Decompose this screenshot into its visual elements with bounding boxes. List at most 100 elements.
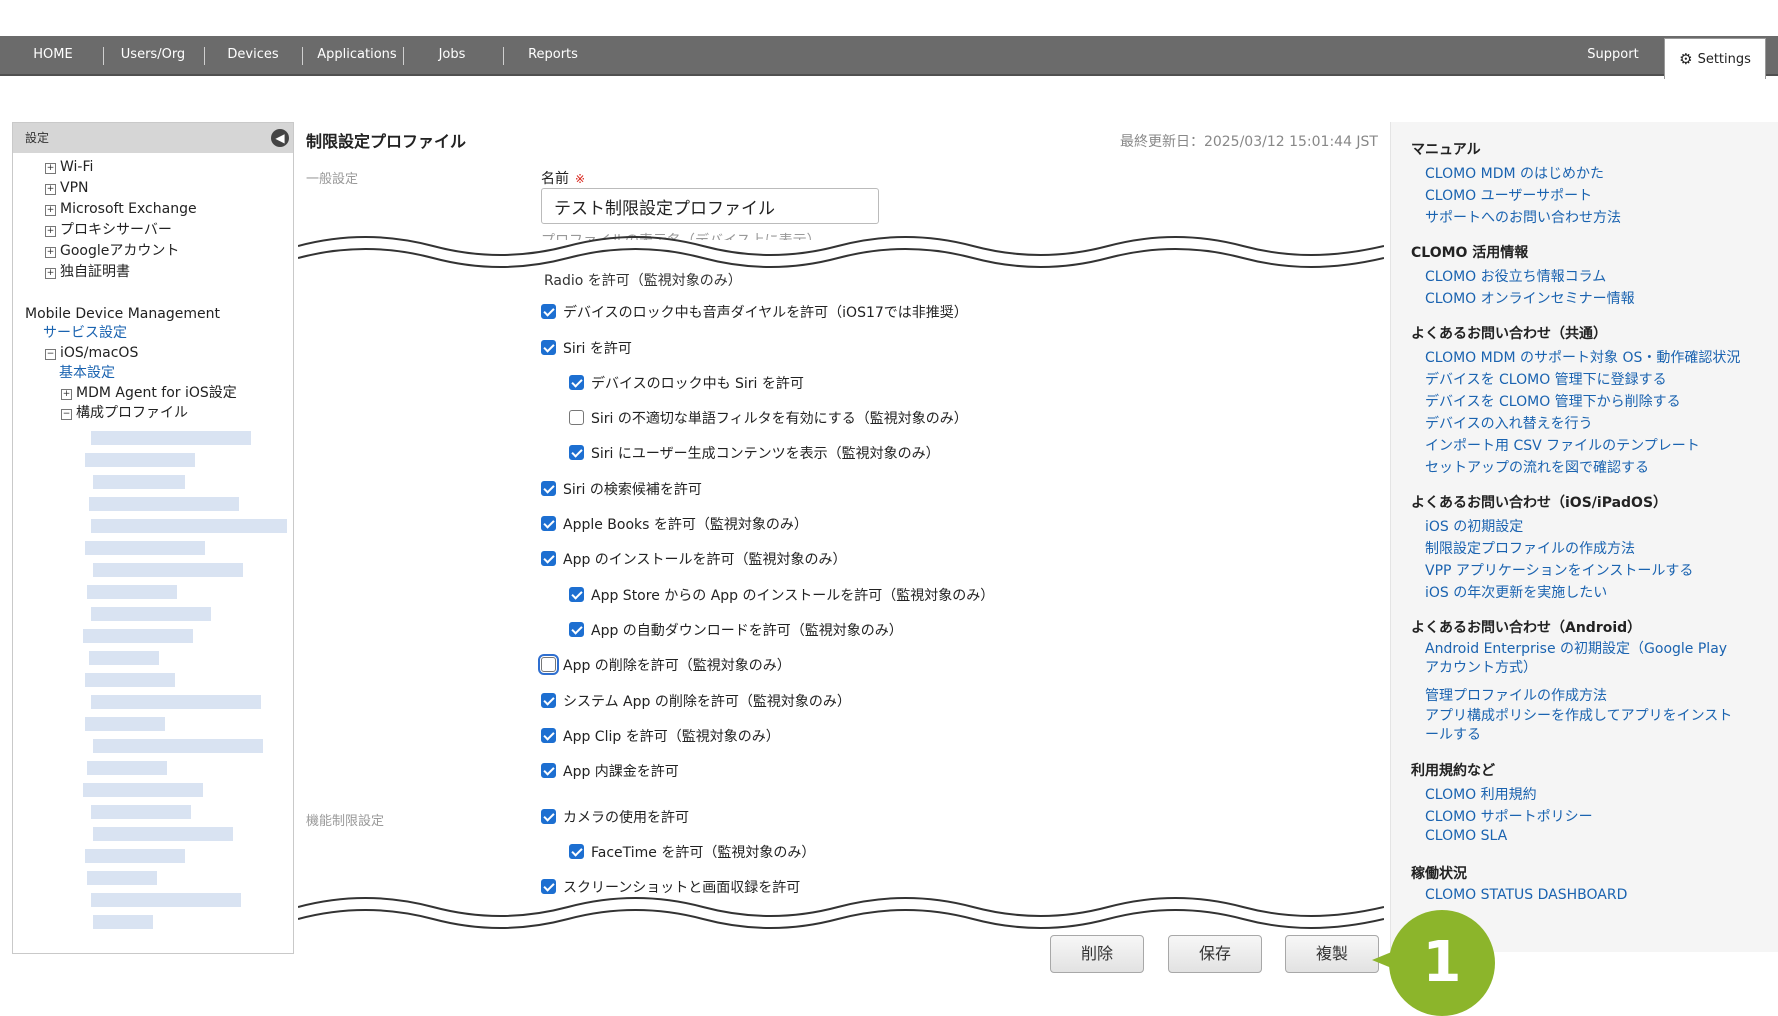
help-section-title: よくあるお問い合わせ（Android） [1411, 620, 1642, 636]
help-link[interactable]: CLOMO MDM のサポート対象 OS・動作確認状況 [1425, 347, 1740, 367]
nav-jobs[interactable]: Jobs [410, 36, 494, 74]
checkbox-checked[interactable] [541, 481, 556, 496]
collapse-sidebar-icon[interactable]: ◀ [271, 129, 289, 147]
checkbox-checked[interactable] [541, 809, 556, 824]
collapse-icon[interactable]: − [61, 409, 72, 420]
help-link[interactable]: サポートへのお問い合わせ方法 [1425, 207, 1621, 227]
help-link[interactable]: セットアップの流れを図で確認する [1425, 457, 1649, 477]
help-link[interactable]: Android Enterprise の初期設定（Google Play アカウ… [1425, 640, 1745, 678]
tree-item-ios-macos[interactable]: − iOS/macOS [45, 343, 138, 363]
option-apple-books[interactable]: Apple Books を許可（監視対象のみ） [541, 514, 808, 536]
option-siri-profanity-filter[interactable]: Siri の不適切な単語フィルタを有効にする（監視対象のみ） [569, 408, 968, 430]
help-link[interactable]: 管理プロファイルの作成方法 [1425, 685, 1607, 705]
checkbox-unchecked[interactable] [538, 654, 559, 675]
help-link[interactable]: アプリ構成ポリシーを作成してアプリをインストールする [1425, 707, 1745, 745]
tree-item-service-settings[interactable]: サービス設定 [43, 323, 127, 343]
nav-users-org[interactable]: Users/Org [110, 36, 196, 74]
option-label: Siri の検索候補を許可 [563, 482, 702, 498]
help-link[interactable]: デバイスの入れ替えを行う [1425, 413, 1593, 433]
checkbox-checked[interactable] [541, 551, 556, 566]
cutoff-option-text: Radio を許可（監視対象のみ） [544, 273, 742, 289]
checkbox-checked[interactable] [541, 728, 556, 743]
section-label-general: 一般設定 [306, 172, 359, 187]
checkbox-checked[interactable] [541, 340, 556, 355]
delete-button[interactable]: 削除 [1050, 935, 1144, 973]
help-link[interactable]: CLOMO サポートポリシー [1425, 806, 1593, 826]
nav-devices[interactable]: Devices [214, 36, 292, 74]
checkbox-checked[interactable] [541, 693, 556, 708]
option-siri-locked[interactable]: デバイスのロック中も Siri を許可 [569, 373, 804, 395]
option-in-app-purchase[interactable]: App 内課金を許可 [541, 761, 679, 783]
nav-settings-tab[interactable]: ⚙ Settings [1664, 38, 1766, 79]
tree-item-proxy[interactable]: + プロキシサーバー [45, 220, 172, 240]
nav-reports[interactable]: Reports [510, 36, 596, 74]
checkbox-checked[interactable] [569, 375, 584, 390]
option-app-clip[interactable]: App Clip を許可（監視対象のみ） [541, 726, 780, 748]
help-link[interactable]: CLOMO ユーザーサポート [1425, 185, 1592, 205]
option-siri-suggestions[interactable]: Siri の検索候補を許可 [541, 479, 702, 501]
checkbox-checked[interactable] [569, 445, 584, 460]
nav-home[interactable]: HOME [20, 36, 86, 74]
page-title: 制限設定プロファイル [306, 132, 467, 151]
tree-label: Microsoft Exchange [60, 201, 197, 217]
save-button[interactable]: 保存 [1168, 935, 1262, 973]
nav-divider [103, 47, 104, 65]
tree-item-basic-settings[interactable]: 基本設定 [59, 363, 115, 383]
nav-support[interactable]: Support [1578, 36, 1648, 74]
checkbox-checked[interactable] [569, 622, 584, 637]
help-link[interactable]: 制限設定プロファイルの作成方法 [1425, 538, 1635, 558]
option-auto-download[interactable]: App の自動ダウンロードを許可（監視対象のみ） [569, 620, 903, 642]
tree-item-config-profiles[interactable]: − 構成プロファイル [61, 403, 188, 423]
help-link[interactable]: デバイスを CLOMO 管理下に登録する [1425, 369, 1667, 389]
duplicate-button[interactable]: 複製 [1285, 935, 1379, 973]
option-label: Apple Books を許可（監視対象のみ） [563, 517, 808, 533]
option-facetime[interactable]: FaceTime を許可（監視対象のみ） [569, 842, 815, 864]
tree-item-vpn[interactable]: + VPN [45, 178, 89, 198]
help-link[interactable]: CLOMO お役立ち情報コラム [1425, 266, 1606, 286]
expand-icon[interactable]: + [45, 163, 56, 174]
checkbox-checked[interactable] [541, 516, 556, 531]
tree-item-certificate[interactable]: + 独自証明書 [45, 262, 130, 282]
expand-icon[interactable]: + [45, 205, 56, 216]
help-link[interactable]: CLOMO MDM のはじめかた [1425, 163, 1604, 183]
tree-item-exchange[interactable]: + Microsoft Exchange [45, 199, 197, 219]
option-app-removal[interactable]: App の削除を許可（監視対象のみ） [538, 654, 791, 677]
tree-item-mdm-agent[interactable]: + MDM Agent for iOS設定 [61, 383, 237, 403]
help-link[interactable]: CLOMO STATUS DASHBOARD [1425, 887, 1627, 903]
help-panel: マニュアル CLOMO MDM のはじめかた CLOMO ユーザーサポート サポ… [1390, 122, 1778, 952]
expand-icon[interactable]: + [45, 247, 56, 258]
expand-icon[interactable]: + [45, 268, 56, 279]
profile-name-input[interactable] [541, 188, 879, 224]
expand-icon[interactable]: + [61, 389, 72, 400]
help-link[interactable]: インポート用 CSV ファイルのテンプレート [1425, 435, 1700, 455]
help-link[interactable]: CLOMO 利用規約 [1425, 784, 1537, 804]
option-voice-dial-locked[interactable]: デバイスのロック中も音声ダイヤルを許可（iOS17では非推奨） [541, 302, 968, 324]
option-app-install[interactable]: App のインストールを許可（監視対象のみ） [541, 549, 847, 571]
checkbox-checked[interactable] [569, 587, 584, 602]
option-camera[interactable]: カメラの使用を許可 [541, 807, 689, 829]
expand-icon[interactable]: + [45, 184, 56, 195]
checkbox-checked[interactable] [569, 844, 584, 859]
expand-icon[interactable]: + [45, 226, 56, 237]
option-siri-user-content[interactable]: Siri にユーザー生成コンテンツを表示（監視対象のみ） [569, 443, 940, 465]
nav-divider [403, 47, 404, 65]
checkbox-checked[interactable] [541, 304, 556, 319]
help-link[interactable]: CLOMO SLA [1425, 828, 1507, 844]
checkbox-unchecked[interactable] [569, 410, 584, 425]
nav-applications[interactable]: Applications [308, 36, 406, 74]
option-system-app-removal[interactable]: システム App の削除を許可（監視対象のみ） [541, 691, 851, 713]
help-link[interactable]: iOS の年次更新を実施したい [1425, 582, 1607, 602]
checkbox-checked[interactable] [541, 879, 556, 894]
help-link[interactable]: CLOMO オンラインセミナー情報 [1425, 288, 1635, 308]
option-allow-siri[interactable]: Siri を許可 [541, 338, 632, 360]
section-label-feature: 機能制限設定 [306, 814, 385, 829]
tree-item-google-account[interactable]: + Googleアカウント [45, 241, 179, 261]
option-app-store-install[interactable]: App Store からの App のインストールを許可（監視対象のみ） [569, 585, 994, 607]
help-link[interactable]: iOS の初期設定 [1425, 516, 1523, 536]
help-link[interactable]: デバイスを CLOMO 管理下から削除する [1425, 391, 1681, 411]
help-link[interactable]: VPP アプリケーションをインストールする [1425, 560, 1693, 580]
checkbox-checked[interactable] [541, 763, 556, 778]
collapse-icon[interactable]: − [45, 349, 56, 360]
blurred-profile-list [73, 423, 293, 953]
tree-item-wifi[interactable]: + Wi-Fi [45, 157, 93, 177]
